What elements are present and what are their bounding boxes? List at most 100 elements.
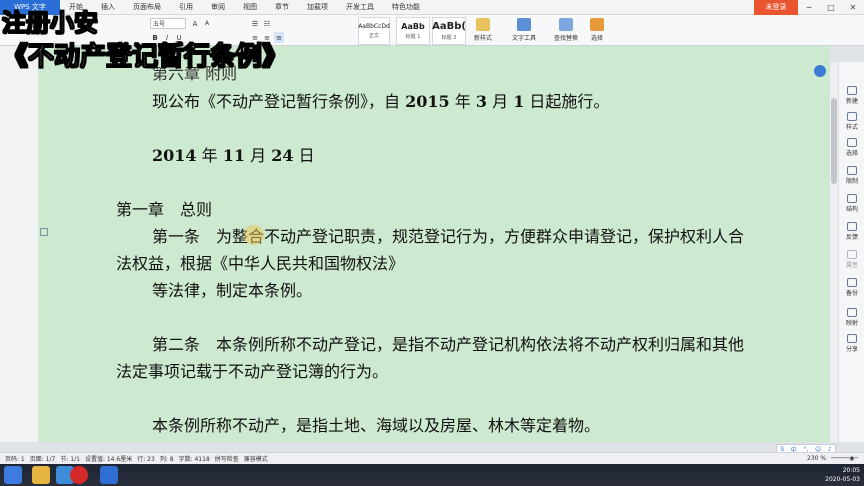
pane-new[interactable]: 新建 (839, 86, 864, 105)
menu-bar: WPS 文字 开始 插入 页面布局 引用 审阅 视图 章节 加载项 开发工具 特… (0, 0, 864, 15)
caption-author: 注册小安 (2, 9, 99, 38)
document-area: 第六章 附则 现公布《不动产登记暂行条例》，自 2015 年 3 月 1 日起施… (0, 46, 830, 442)
menu-chapter[interactable]: 章节 (266, 2, 298, 12)
paragraph-mark-icon[interactable] (40, 228, 48, 236)
new-icon (847, 86, 857, 95)
pane-new-label: 新建 (845, 98, 858, 105)
status-col: 列: 8 (159, 456, 174, 463)
status-row: 行: 23 (137, 456, 155, 463)
status-mode: 兼容模式 (243, 456, 268, 463)
grow-font-icon[interactable]: A (190, 18, 200, 29)
clock-time: 20:05 (842, 467, 860, 474)
new-style-label: 新样式 (474, 35, 493, 42)
login-button[interactable]: 未登录 (754, 0, 798, 15)
system-clock[interactable]: 20:05 2020-05-03 (816, 466, 860, 484)
article2-line1: 第二条 本条例所称不动产登记，是指不动产登记机构依法将不动产权利归属和其他 (152, 335, 745, 354)
select-icon (847, 138, 857, 147)
task-pane: 新建 样式 选择 限制 结构 反馈 属性 备份 映射 分享 (838, 62, 864, 442)
style-normal-label: 正文 (368, 33, 379, 39)
taskbar: 20:05 2020-05-03 (0, 464, 864, 486)
pane-share[interactable]: 分享 (839, 334, 864, 353)
document-page[interactable]: 第六章 附则 现公布《不动产登记暂行条例》，自 2015 年 3 月 1 日起施… (38, 46, 830, 442)
wps-writer-icon[interactable] (100, 466, 118, 484)
structure-icon (847, 194, 857, 203)
text-tools-button[interactable]: 文字工具 (512, 18, 536, 42)
number-list-icon[interactable]: ☷ (262, 18, 272, 29)
style-heading1-label: 标题 1 (405, 34, 421, 40)
maximize-icon[interactable]: □ (820, 0, 842, 15)
pane-structure[interactable]: 结构 (839, 194, 864, 213)
pane-select[interactable]: 选择 (839, 138, 864, 157)
new-style-button[interactable]: 新样式 (474, 18, 492, 42)
menu-page-layout[interactable]: 页面布局 (124, 2, 170, 12)
find-replace-button[interactable]: 查找替换 (554, 18, 578, 42)
status-pages: 页面: 1/7 (29, 456, 56, 463)
minimize-icon[interactable]: ─ (798, 0, 820, 15)
bullet-list-icon[interactable]: ☰ (250, 18, 260, 29)
feedback-icon (847, 222, 857, 231)
style-heading1-sample: AaBb (401, 22, 425, 31)
chapter1-heading: 第一章 总则 (116, 200, 213, 219)
select-button[interactable]: 选择 (590, 18, 604, 42)
clock-date: 2020-05-03 (825, 476, 860, 483)
zoom-slider[interactable]: ─────◉─ (826, 455, 864, 462)
status-page: 页码: 1 (5, 456, 25, 463)
announce-year-unit: 年 (454, 92, 471, 111)
status-section: 节: 1/1 (60, 456, 80, 463)
menu-addins[interactable]: 加载项 (298, 2, 337, 12)
pane-backup[interactable]: 备份 (839, 278, 864, 297)
share-icon (847, 334, 857, 343)
styles-icon (847, 112, 857, 121)
cursor-icon (590, 18, 604, 31)
status-zoom[interactable]: 230 % (802, 455, 826, 462)
pane-styles[interactable]: 样式 (839, 112, 864, 131)
style-heading2[interactable]: AaBb( 标题 2 (432, 17, 466, 45)
pane-styles-label: 样式 (845, 124, 858, 131)
pane-select-label: 选择 (845, 150, 858, 157)
style-normal-sample: AaBbCcDd (358, 23, 390, 30)
caption-title: 《不动产登记暂行条例》 (1, 42, 289, 73)
vertical-scrollbar[interactable] (830, 62, 838, 442)
announce-month: 3 (475, 92, 487, 111)
pane-properties[interactable]: 属性 (839, 250, 864, 269)
map-icon (847, 308, 857, 317)
backup-icon (847, 278, 857, 287)
menu-developer[interactable]: 开发工具 (337, 2, 383, 12)
record-icon[interactable] (70, 466, 88, 484)
start-icon[interactable] (4, 466, 22, 484)
status-spellcheck[interactable]: 拼写检查 (210, 454, 239, 463)
pane-backup-label: 备份 (845, 290, 858, 297)
pane-feedback[interactable]: 反馈 (839, 222, 864, 241)
date-year: 2014 (152, 146, 197, 165)
location-pin-icon[interactable] (814, 65, 826, 77)
style-normal[interactable]: AaBbCcDd 正文 (358, 17, 390, 45)
lock-icon (847, 166, 857, 175)
menu-view[interactable]: 视图 (234, 2, 266, 12)
pane-map[interactable]: 映射 (839, 308, 864, 327)
pane-restrict-label: 限制 (845, 178, 858, 185)
shrink-font-icon[interactable]: A (202, 18, 212, 29)
menu-review[interactable]: 审阅 (202, 2, 234, 12)
menu-references[interactable]: 引用 (170, 2, 202, 12)
announce-year: 2015 (405, 92, 450, 111)
style-heading1[interactable]: AaBb 标题 1 (396, 17, 430, 45)
status-position: 设置值: 14.6厘米 (84, 456, 133, 463)
status-words[interactable]: 字数: 4118 (174, 454, 210, 463)
article1-line3: 等法律，制定本条例。 (152, 281, 313, 300)
pane-properties-label: 属性 (845, 262, 858, 269)
pane-structure-label: 结构 (845, 206, 858, 213)
pane-feedback-label: 反馈 (845, 234, 858, 241)
article1-line1: 第一条 为整合不动产登记职责，规范登记行为，方便群众申请登记，保护权利人合 (152, 227, 745, 246)
pane-restrict[interactable]: 限制 (839, 166, 864, 185)
scrollbar-thumb[interactable] (831, 98, 837, 184)
select-label: 选择 (590, 35, 603, 42)
find-replace-icon (559, 18, 573, 31)
new-style-icon (476, 18, 490, 31)
article2-line3: 本条例所称不动产，是指土地、海域以及房屋、林木等定着物。 (152, 416, 601, 435)
date-year-unit: 年 (201, 146, 218, 165)
font-size-select[interactable]: 五号 (150, 18, 186, 29)
menu-features[interactable]: 特色功能 (383, 2, 429, 12)
close-icon[interactable]: ✕ (842, 0, 864, 15)
file-explorer-icon[interactable] (32, 466, 50, 484)
date-month-unit: 月 (250, 146, 267, 165)
